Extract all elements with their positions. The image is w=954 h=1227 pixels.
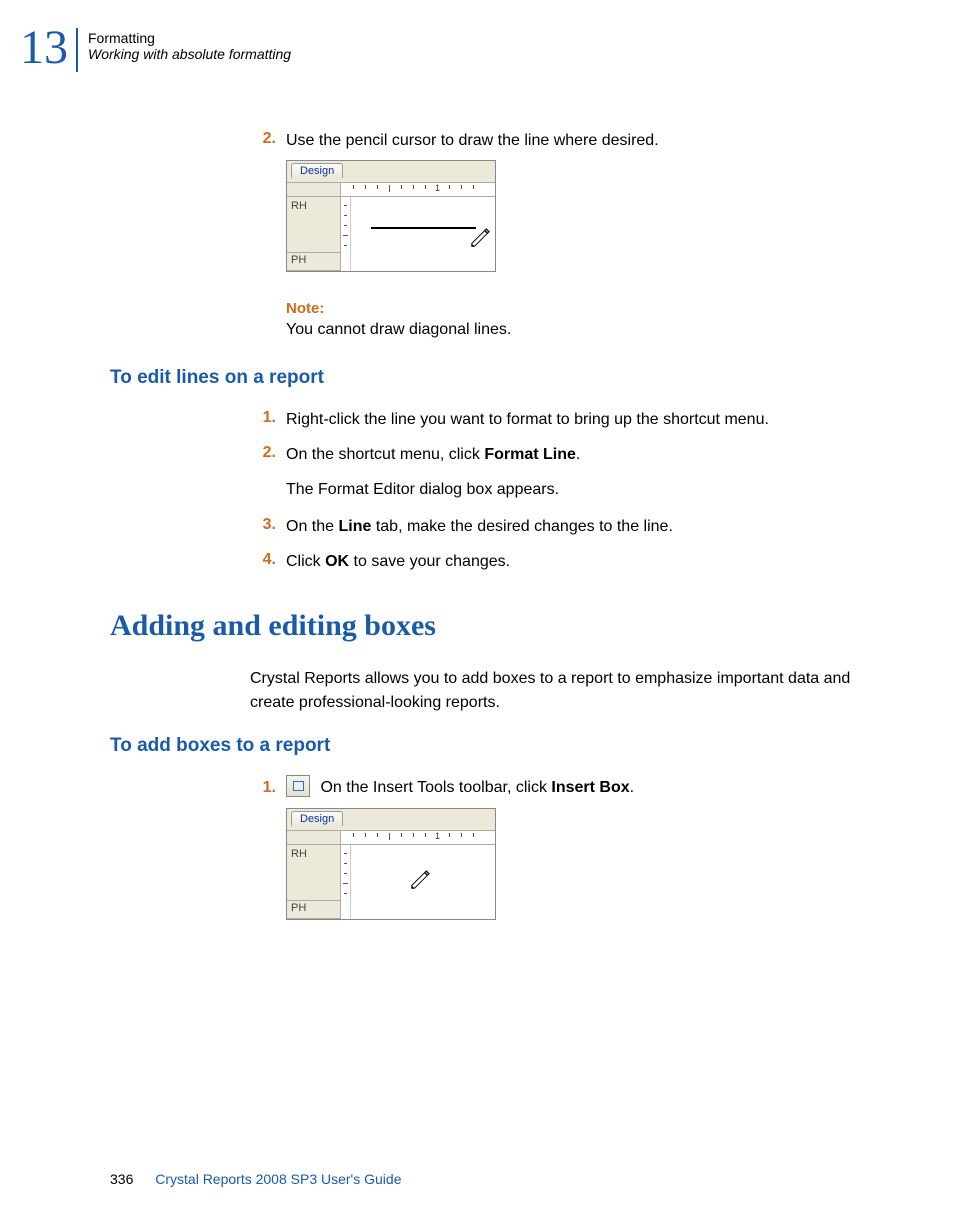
step-text: Right-click the line you want to format … [286,409,769,431]
chapter-number: 13 [20,24,68,72]
step-number: 4. [250,551,276,569]
screenshot-draw-line: Design RH PH [286,160,880,272]
step-text-part: On the Insert Tools toolbar, click [320,779,551,796]
step-text-part: . [576,446,580,463]
note-text: You cannot draw diagonal lines. [286,321,880,339]
section-ph: PH [287,253,340,271]
drawn-line [371,227,476,229]
step-row: 1. On the Insert Tools toolbar, click In… [250,777,880,800]
page-header: 13 Formatting Working with absolute form… [20,24,291,72]
step-row: 2. Use the pencil cursor to draw the lin… [250,130,880,152]
step-text-bold: Format Line [484,446,576,463]
step-number: 2. [250,444,276,462]
paragraph: Crystal Reports allows you to add boxes … [250,667,880,715]
vertical-ruler [341,197,351,271]
heading-edit-lines: To edit lines on a report [110,367,880,389]
chapter-subtitle: Working with absolute formatting [88,46,291,62]
horizontal-ruler: 1 [341,831,495,845]
note-label: Note: [286,300,880,317]
ruler-label-1: 1 [435,831,440,841]
step-text-part: Right-click the line you want to format … [286,411,769,428]
step-text: Use the pencil cursor to draw the line w… [286,130,659,152]
page-footer: 336 Crystal Reports 2008 SP3 User's Guid… [110,1171,401,1187]
design-canvas [351,197,495,271]
vertical-ruler [341,845,351,919]
step-text: On the Insert Tools toolbar, click Inser… [286,777,634,800]
step-text-bold: OK [325,553,349,570]
section-rh: RH [287,845,340,901]
step-text-bold: Line [338,518,371,535]
step-text-part: to save your changes. [349,553,510,570]
section-rh: RH [287,197,340,253]
design-tab: Design [291,811,343,826]
heading-add-boxes: To add boxes to a report [110,735,880,757]
step-text-part: On the shortcut menu, click [286,446,484,463]
section-ph: PH [287,901,340,919]
chapter-title: Formatting [88,30,291,46]
step-row: 4. Click OK to save your changes. [250,551,880,573]
header-divider [76,28,78,72]
step-text-part: tab, make the desired changes to the lin… [371,518,673,535]
step-text-part: . [630,779,634,796]
horizontal-ruler: 1 [341,183,495,197]
step-text: On the shortcut menu, click Format Line. [286,444,580,466]
step-text-part: On the [286,518,338,535]
heading-adding-boxes: Adding and editing boxes [110,609,880,643]
note-block: Note: You cannot draw diagonal lines. [286,300,880,339]
step-row: 1. Right-click the line you want to form… [250,409,880,431]
ruler-label-1: 1 [435,183,440,193]
step-subtext: The Format Editor dialog box appears. [286,478,880,502]
insert-box-icon [286,775,310,797]
pencil-cursor-icon [409,869,431,891]
step-row: 3. On the Line tab, make the desired cha… [250,516,880,538]
pencil-cursor-icon [469,227,491,249]
page-number: 336 [110,1171,133,1187]
design-canvas [351,845,495,919]
step-text-bold: Insert Box [551,779,629,796]
chapter-text-block: Formatting Working with absolute formatt… [88,24,291,62]
footer-title: Crystal Reports 2008 SP3 User's Guide [155,1171,401,1187]
step-number: 2. [250,130,276,148]
step-number: 1. [250,777,276,797]
step-row: 2. On the shortcut menu, click Format Li… [250,444,880,466]
step-text: Click OK to save your changes. [286,551,510,573]
screenshot-insert-box: Design RH PH [286,808,880,920]
step-number: 3. [250,516,276,534]
step-text-part: Click [286,553,325,570]
step-number: 1. [250,409,276,427]
step-text: On the Line tab, make the desired change… [286,516,673,538]
design-tab: Design [291,163,343,178]
